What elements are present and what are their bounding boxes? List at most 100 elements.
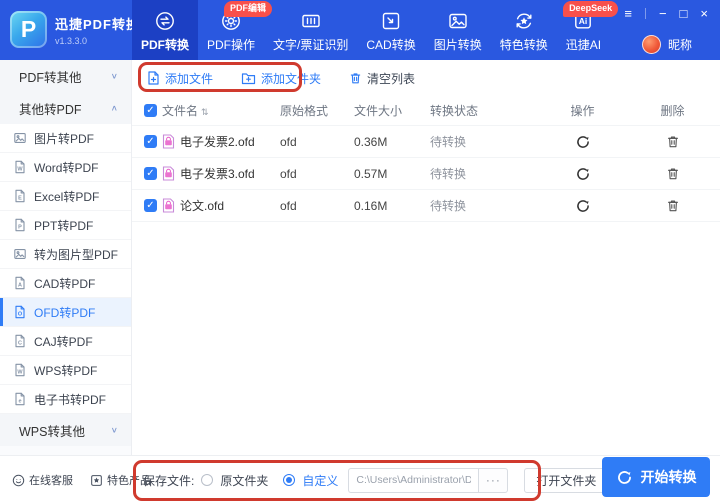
sidebar-item-image-to-pdf[interactable]: 图片转PDF [0,124,131,153]
sidebar-item-label: CAD转PDF [34,276,96,291]
sidebar-item-label: 转为图片型PDF [34,247,119,262]
chevron-up-icon: ∧ [110,103,118,113]
featured-products-link[interactable]: 特色产品 [90,472,151,488]
window-controls: ≡ − □ × [624,7,708,20]
ofd-doc-icon: O [15,305,25,319]
chevron-down-icon: ∨ [110,71,118,81]
delete-row-icon[interactable] [666,134,680,149]
logo-icon: P [10,11,47,48]
star-badge-icon [91,474,102,486]
tab-pdf-convert[interactable]: PDF转换 [132,0,199,60]
tab-label: CAD转换 [366,38,416,52]
tab-label: 特色转换 [499,38,548,52]
sidebar-item-word-to-pdf[interactable]: W Word转PDF [0,153,131,182]
file-name: 电子发票2.ofd [180,135,255,149]
sort-icon[interactable]: ⇅ [201,107,209,117]
sidebar-item-caj-to-pdf[interactable]: C CAJ转PDF [0,327,131,356]
tab-ocr-recognition[interactable]: 文字/票证识别 [264,0,357,60]
custom-folder-radio[interactable] [283,474,296,486]
sidebar-item-wps-to-pdf[interactable]: W WPS转PDF [0,356,131,385]
minimize-icon[interactable]: − [659,7,667,20]
row-checkbox[interactable]: ✓ [144,199,157,212]
deepseek-badge: DeepSeek [563,1,619,17]
browse-folder-button[interactable]: ··· [478,467,509,493]
online-service-link[interactable]: 在线客服 [12,472,73,488]
tab-featured-convert[interactable]: 特色转换 [491,0,557,60]
button-label: 清空列表 [367,71,416,86]
sidebar-item-to-image-pdf[interactable]: 转为图片型PDF [0,240,131,269]
folder-plus-icon [241,72,256,84]
sidebar-item-label: PPT转PDF [34,218,94,233]
sidebar-item-ebook-to-pdf[interactable]: e 电子书转PDF [0,385,131,414]
row-checkbox[interactable]: ✓ [144,135,157,148]
main-content: 添加文件 添加文件夹 清空列表 ✓ 文件名 ⇅ 原始格式 文件大小 转换状态 操作 [132,60,720,455]
tab-cad-convert[interactable]: CAD转换 [357,0,424,60]
delete-row-icon[interactable] [666,166,680,181]
maximize-icon[interactable]: □ [680,7,688,20]
open-folder-button[interactable]: 打开文件夹 [524,467,609,493]
button-label: 添加文件夹 [261,71,322,86]
convert-refresh-icon[interactable] [575,198,591,214]
row-checkbox[interactable]: ✓ [144,167,157,180]
add-file-button[interactable]: 添加文件 [147,70,213,87]
pdf-edit-badge: PDF编辑 [224,1,273,17]
file-plus-icon [148,71,159,85]
ppt-doc-icon: P [15,218,25,232]
sidebar-group-wps-to-other[interactable]: WPS转其他 ∨ [0,414,131,446]
close-icon[interactable]: × [700,7,708,20]
custom-folder-label[interactable]: 自定义 [302,472,338,489]
sidebar-item-label: Excel转PDF [34,189,100,204]
tab-label: 文字/票证识别 [273,38,349,52]
cad-doc-icon: A [15,276,25,290]
sidebar-group-pdf-to-other[interactable]: PDF转其他 ∨ [0,60,131,92]
sidebar-item-excel-to-pdf[interactable]: E Excel转PDF [0,182,131,211]
group-label: PDF转其他 [19,70,82,85]
save-file-label: 保存文件: [143,473,195,488]
app-window: P 迅捷PDF转换器 v1.3.3.0 PDF转换 PDF编辑 PDF操作 文字… [0,0,720,504]
clear-list-button[interactable]: 清空列表 [349,70,415,87]
original-folder-label[interactable]: 原文件夹 [220,472,268,489]
cad-box-icon [380,10,402,32]
column-header-name[interactable]: 文件名 ⇅ [162,102,280,119]
status-badge: 待转换 [430,167,467,181]
convert-refresh-icon[interactable] [575,166,591,182]
delete-row-icon[interactable] [666,198,680,213]
file-name: 论文.ofd [180,199,225,213]
sidebar-item-ofd-to-pdf[interactable]: O OFD转PDF [0,298,131,327]
select-all-checkbox[interactable]: ✓ [144,104,157,117]
file-format: ofd [280,166,297,181]
word-doc-icon: W [15,160,25,174]
table-row: ✓ 电子发票3.ofd ofd 0.57M 待转换 [132,158,720,190]
tab-image-convert[interactable]: 图片转换 [425,0,491,60]
user-nickname: 昵称 [667,38,692,52]
sidebar-item-cad-to-pdf[interactable]: A CAD转PDF [0,269,131,298]
star-refresh-icon [513,10,535,32]
wps-doc-icon: W [15,363,25,377]
column-header-operation: 操作 [570,104,595,118]
user-account[interactable]: 昵称 [641,35,692,54]
column-header-size: 文件大小 [354,104,403,118]
file-size: 0.36M [354,134,388,149]
save-file-options: 保存文件: 原文件夹 自定义 ··· 打开文件夹 [143,456,609,504]
sidebar-item-label: OFD转PDF [34,305,96,320]
convert-refresh-icon[interactable] [575,134,591,150]
add-folder-button[interactable]: 添加文件夹 [241,70,321,87]
table-row: ✓ 论文.ofd ofd 0.16M 待转换 [132,190,720,222]
file-name: 电子发票3.ofd [180,167,255,181]
caj-doc-icon: C [15,334,25,348]
sidebar-item-ppt-to-pdf[interactable]: P PPT转PDF [0,211,131,240]
tab-pdf-operations[interactable]: PDF编辑 PDF操作 [198,0,273,60]
menu-icon[interactable]: ≡ [624,7,632,20]
svg-text:W: W [17,370,23,376]
start-convert-button[interactable]: 开始转换 [602,457,710,497]
original-folder-radio[interactable] [201,474,214,486]
file-size: 0.16M [354,198,388,213]
footer-bar: 在线客服 特色产品 保存文件: 原文件夹 自定义 ··· 打开文件夹 开始转换 [0,455,720,504]
save-path-input[interactable] [348,467,479,493]
smiley-chat-icon [12,474,25,486]
tab-xunjie-ai[interactable]: DeepSeek Ai 迅捷AI [557,0,619,60]
tab-label: 图片转换 [433,38,482,52]
file-format: ofd [280,134,297,149]
svg-text:e: e [18,399,21,405]
sidebar-group-other-to-pdf[interactable]: 其他转PDF ∧ [0,92,131,124]
